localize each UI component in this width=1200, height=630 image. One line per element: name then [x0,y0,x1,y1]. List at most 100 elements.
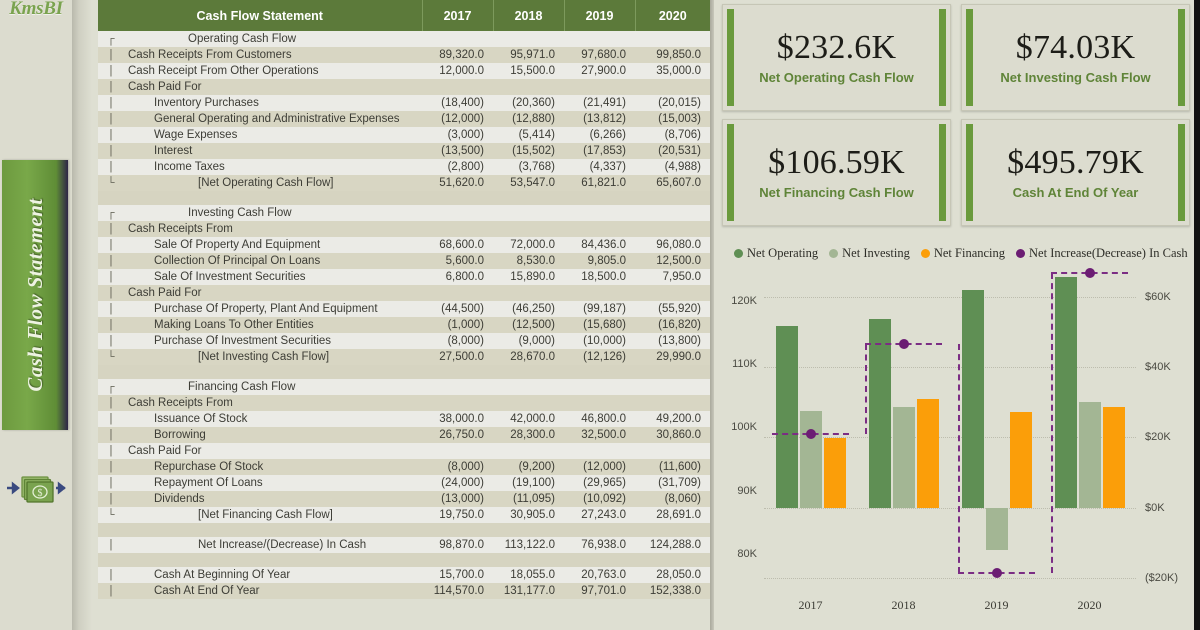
column-header-2017[interactable]: 2017 [422,0,494,31]
cell-2017 [422,79,493,95]
table-row[interactable]: ┌ Investing Cash Flow [98,205,710,221]
row-label: Financing Cash Flow [188,381,296,393]
cash-flow-combo-chart[interactable]: Net Operating Net Investing Net Financing N… [722,238,1192,626]
column-header-statement[interactable]: Cash Flow Statement [98,0,423,31]
chart-bar[interactable] [961,290,984,508]
cell-2018: 42,000.0 [493,411,564,427]
kpi-label: Net Operating Cash Flow [759,70,914,86]
kpi-card-cash-at-end-of-year[interactable]: $495.79K Cash At End Of Year [961,119,1190,226]
table-row[interactable]: | Repurchase Of Stock (8,000) (9,200) (12,00… [98,459,710,475]
table-row[interactable]: | Cash Paid For [98,79,710,95]
tree-branch-icon: └ [107,350,115,364]
tree-branch-icon: ┌ [107,380,115,394]
table-row[interactable]: | Cash Receipt From Other Operations 12,00… [98,63,710,79]
table-row[interactable]: | Cash Receipts From Customers 89,320.0 95,… [98,47,710,63]
cell-2018 [493,79,564,95]
table-row[interactable]: | Cash At Beginning Of Year 15,700.0 18,055… [98,567,710,583]
kpi-card-net-financing-cash-flow[interactable]: $106.59K Net Financing Cash Flow [722,119,951,226]
table-row[interactable]: └ [Net Operating Cash Flow] 51,620.0 53,547… [98,175,710,191]
cell-2017: (8,000) [422,459,493,475]
legend-item-net-increase-decrease-in-cash[interactable]: Net Increase(Decrease) In Cash [1016,246,1188,261]
cash-flow-statement-table[interactable]: Cash Flow Statement 2017 2018 2019 2020 … [98,0,710,599]
table-row[interactable]: | Cash Paid For [98,285,710,301]
x-axis-tick: 2018 [891,598,916,612]
legend-item-net-operating[interactable]: Net Operating [734,246,818,261]
cell-2017: 27,500.0 [422,349,493,365]
cell-2020: 96,080.0 [635,237,710,253]
table-row[interactable]: | Purchase Of Investment Securities (8,000… [98,333,710,349]
chart-bar[interactable] [823,438,846,508]
kpi-card-net-operating-cash-flow[interactable]: $232.6K Net Operating Cash Flow [722,4,951,111]
kpi-value: $106.59K [768,143,905,181]
table-row[interactable]: | Wage Expenses (3,000) (5,414) (6,266) (8,70… [98,127,710,143]
table-row[interactable]: | Net Increase/(Decrease) In Cash 98,870.0… [98,537,710,553]
kpi-label: Net Investing Cash Flow [1000,70,1151,86]
chart-bar[interactable] [1078,402,1101,508]
table-row[interactable]: ┌ Financing Cash Flow [98,379,710,395]
chart-bar[interactable] [985,507,1008,551]
table-row[interactable]: | Collection Of Principal On Loans 5,600.0… [98,253,710,269]
table-row[interactable]: | Interest (13,500) (15,502) (17,853) (20,531… [98,143,710,159]
data-point-marker[interactable] [991,568,1002,579]
cell-2019: (13,812) [564,111,635,127]
chart-bar[interactable] [1054,276,1077,508]
cell-2018: (46,250) [493,301,564,317]
legend-item-net-investing[interactable]: Net Investing [829,246,910,261]
chart-bar[interactable] [1009,411,1032,508]
tree-branch-icon: | [107,64,115,78]
table-row[interactable]: | Issuance Of Stock 38,000.0 42,000.0 46,800… [98,411,710,427]
row-label: Inventory Purchases [154,97,259,109]
table-row[interactable]: | Making Loans To Other Entities (1,000) (1… [98,317,710,333]
table-row[interactable]: └ [Net Financing Cash Flow] 19,750.0 30,905… [98,507,710,523]
table-row[interactable]: | Cash Receipts From [98,395,710,411]
table-row[interactable]: | Purchase Of Property, Plant And Equipme… [98,301,710,317]
row-label-cell: | Cash Receipt From Other Operations [98,63,422,79]
table-row[interactable]: | Cash Receipts From [98,221,710,237]
y-axis-right-tick: $20K [1145,431,1171,444]
table-row[interactable]: └ [Net Investing Cash Flow] 27,500.0 28,670… [98,349,710,365]
table-row[interactable]: | Borrowing 26,750.0 28,300.0 32,500.0 30,860… [98,427,710,443]
column-header-2019[interactable]: 2019 [564,0,636,31]
chart-bar[interactable] [799,410,822,508]
column-header-2020[interactable]: 2020 [635,0,710,31]
cell-2019 [564,365,635,379]
column-header-2018[interactable]: 2018 [493,0,565,31]
row-label: Cash Paid For [128,287,202,299]
sidebar-item-cash-flow-statement[interactable]: Cash Flow Statement [2,160,68,430]
table-row[interactable]: | Sale Of Investment Securities 6,800.0 15,… [98,269,710,285]
table-row[interactable]: | Repayment Of Loans (24,000) (19,100) (29,9… [98,475,710,491]
chart-bar[interactable] [868,319,891,508]
row-label-cell: ┌ Financing Cash Flow [98,379,422,395]
cell-2017: 68,600.0 [422,237,493,253]
table-row[interactable]: | Dividends (13,000) (11,095) (10,092) (8,060… [98,491,710,507]
table-row[interactable]: | Cash At End Of Year 114,570.0 131,177.0 97… [98,583,710,599]
chart-bar[interactable] [775,326,798,508]
app-logo[interactable]: KmsBI [0,0,72,22]
table-row[interactable]: | Cash Paid For [98,443,710,459]
row-label-cell: | Collection Of Principal On Loans [98,253,422,269]
table-row[interactable]: | Inventory Purchases (18,400) (20,360) (21,… [98,95,710,111]
cell-2017: 114,570.0 [422,583,493,599]
table-row[interactable]: | Sale Of Property And Equipment 68,600.0 7… [98,237,710,253]
row-label: [Net Operating Cash Flow] [198,177,334,189]
table-row[interactable]: | Income Taxes (2,800) (3,768) (4,337) (4,988… [98,159,710,175]
tree-branch-icon: | [107,428,115,442]
row-label: Sale Of Property And Equipment [154,239,321,251]
tree-branch-icon: | [107,476,115,490]
chart-bar[interactable] [916,398,939,508]
money-flow-icon[interactable]: $ [0,465,72,511]
cell-2020 [635,191,710,205]
data-point-marker[interactable] [1084,268,1095,279]
legend-item-net-financing[interactable]: Net Financing [920,246,1005,261]
data-point-marker[interactable] [898,339,909,350]
table-row[interactable]: | General Operating and Administrative Ex… [98,111,710,127]
chart-bar[interactable] [1102,406,1125,508]
table-header-row: Cash Flow Statement 2017 2018 2019 2020 [98,0,710,31]
cell-2020 [635,379,710,395]
kpi-card-net-investing-cash-flow[interactable]: $74.03K Net Investing Cash Flow [961,4,1190,111]
table-row[interactable]: ┌ Operating Cash Flow [98,31,710,47]
row-label: Cash Receipts From [128,223,233,235]
chart-bar[interactable] [892,406,915,508]
data-point-marker[interactable] [805,429,816,440]
tree-branch-icon: | [107,238,115,252]
